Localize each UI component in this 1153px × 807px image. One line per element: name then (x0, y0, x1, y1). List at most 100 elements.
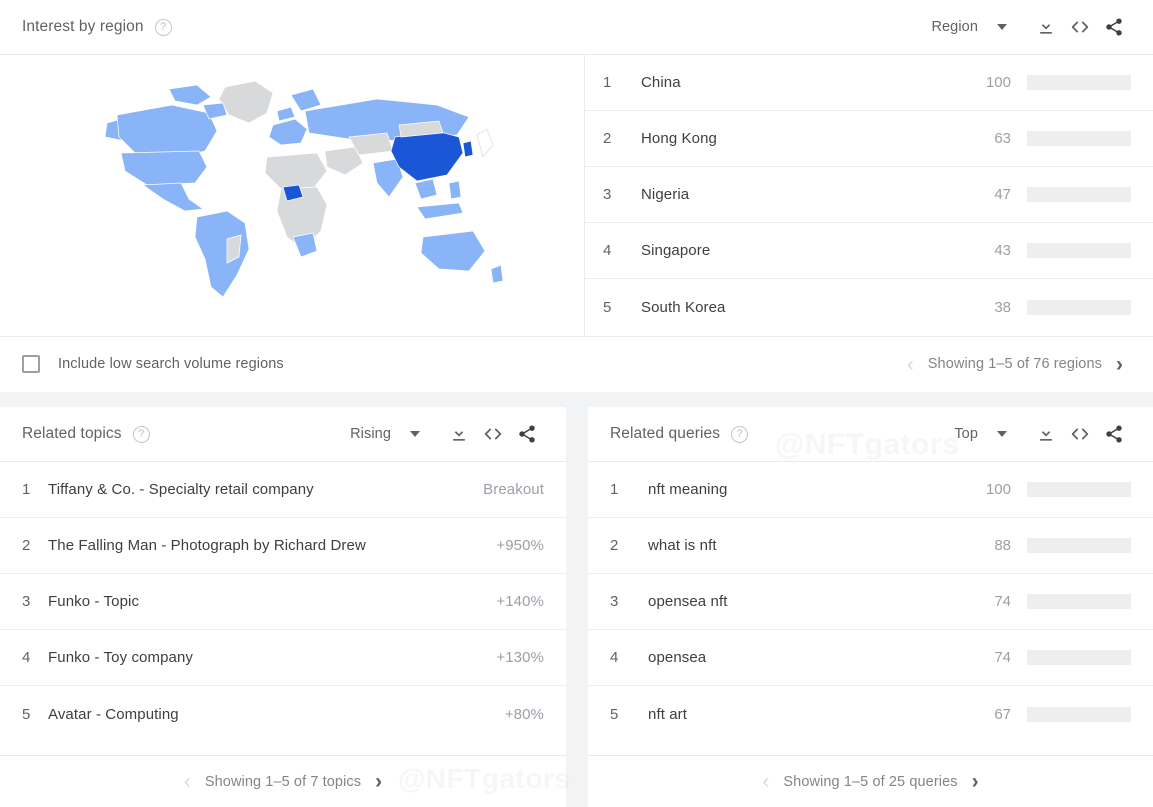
share-icon[interactable] (1097, 417, 1131, 451)
row-label: The Falling Man - Photograph by Richard … (48, 537, 366, 554)
share-icon[interactable] (1097, 10, 1131, 44)
table-row[interactable]: 3 Nigeria 47 (585, 167, 1153, 223)
checkbox-box[interactable] (22, 355, 40, 373)
chevron-right-icon[interactable]: › (367, 771, 390, 792)
row-rank: 1 (610, 481, 619, 498)
queries-list: 1 nft meaning 100 2 what is nft 88 3 ope… (588, 462, 1153, 742)
row-growth: +80% (504, 705, 544, 723)
list-item[interactable]: 3 opensea nft 74 (588, 574, 1153, 630)
table-row[interactable]: 1 China 100 (585, 55, 1153, 111)
region-scope-select[interactable]: Region (931, 19, 978, 35)
pagination-text: Showing 1–5 of 25 queries (783, 773, 958, 790)
row-bar (1027, 650, 1131, 665)
row-value: 88 (994, 537, 1011, 554)
row-value: 43 (994, 242, 1011, 259)
row-rank: 1 (603, 74, 612, 91)
list-item[interactable]: 5 nft art 67 (588, 686, 1153, 742)
world-map-svg (104, 80, 504, 298)
list-item[interactable]: 5 Avatar - Computing +80% (0, 686, 566, 742)
queries-panel-actions: Top (954, 417, 1131, 451)
row-bar (1027, 243, 1131, 258)
topics-panel-actions: Rising (350, 417, 544, 451)
row-value: 100 (985, 74, 1011, 91)
row-label: opensea (648, 649, 707, 666)
chevron-right-icon[interactable]: › (964, 771, 987, 792)
help-circle-icon[interactable]: ? (132, 425, 150, 443)
list-item[interactable]: 1 nft meaning 100 (588, 462, 1153, 518)
row-value: 63 (994, 130, 1011, 147)
region-panel-body: 1 China 100 2 Hong Kong 63 3 Nigeria 47 (0, 55, 1153, 336)
row-bar (1027, 299, 1131, 315)
table-row[interactable]: 2 Hong Kong 63 (585, 111, 1153, 167)
row-rank: 2 (22, 537, 31, 554)
list-item[interactable]: 4 Funko - Toy company +130% (0, 630, 566, 686)
embed-code-icon[interactable] (1063, 10, 1097, 44)
row-bar (1027, 482, 1131, 497)
row-rank: 5 (610, 705, 619, 723)
row-label: Funko - Topic (48, 593, 140, 610)
chevron-down-icon[interactable] (997, 24, 1007, 30)
interest-by-region-panel: Interest by region ? Region 1 China 100 … (0, 0, 1153, 392)
queries-pagination: ‹ Showing 1–5 of 25 queries › (588, 755, 1153, 807)
download-icon[interactable] (1029, 10, 1063, 44)
table-row[interactable]: 5 South Korea 38 (585, 279, 1153, 335)
queries-sort-select[interactable]: Top (954, 426, 978, 442)
table-row[interactable]: 4 Singapore 43 (585, 223, 1153, 279)
row-label: Singapore (641, 242, 711, 259)
queries-title: Related queries (610, 425, 721, 442)
row-value: 67 (994, 705, 1011, 723)
embed-code-icon[interactable] (476, 417, 510, 451)
share-icon[interactable] (510, 417, 544, 451)
download-icon[interactable] (1029, 417, 1063, 451)
row-rank: 3 (610, 593, 619, 610)
list-item[interactable]: 3 Funko - Topic +140% (0, 574, 566, 630)
row-rank: 3 (22, 593, 31, 610)
embed-code-icon[interactable] (1063, 417, 1097, 451)
chevron-left-icon[interactable]: ‹ (176, 771, 199, 792)
topics-pagination: ‹ Showing 1–5 of 7 topics › (0, 755, 566, 807)
chevron-right-icon[interactable]: › (1108, 354, 1131, 375)
row-rank: 5 (603, 298, 612, 316)
chevron-down-icon[interactable] (410, 431, 420, 437)
list-item[interactable]: 1 Tiffany & Co. - Specialty retail compa… (0, 462, 566, 518)
region-panel-footer: Include low search volume regions ‹ Show… (0, 336, 1153, 391)
row-bar (1027, 187, 1131, 202)
row-value: 38 (994, 298, 1011, 316)
row-label: what is nft (648, 537, 717, 554)
download-icon[interactable] (442, 417, 476, 451)
row-label: Hong Kong (641, 130, 717, 147)
world-map[interactable] (0, 55, 585, 336)
row-rank: 4 (603, 242, 612, 259)
row-rank: 2 (610, 537, 619, 554)
queries-panel-header: Related queries ? Top (588, 407, 1153, 462)
checkbox-label: Include low search volume regions (58, 356, 284, 372)
pagination-text: Showing 1–5 of 7 topics (204, 773, 362, 790)
chevron-down-icon[interactable] (997, 431, 1007, 437)
row-growth: +130% (496, 649, 544, 666)
row-bar (1027, 131, 1131, 146)
row-rank: 5 (22, 705, 31, 723)
row-label: South Korea (641, 298, 726, 316)
row-growth: +140% (496, 593, 544, 610)
row-rank: 4 (610, 649, 619, 666)
row-rank: 2 (603, 130, 612, 147)
topics-list: 1 Tiffany & Co. - Specialty retail compa… (0, 462, 566, 742)
page-title: Interest by region (22, 18, 144, 35)
include-low-volume-checkbox[interactable]: Include low search volume regions (22, 355, 284, 373)
topics-sort-select[interactable]: Rising (350, 426, 391, 442)
row-growth: +950% (496, 537, 544, 554)
chevron-left-icon[interactable]: ‹ (899, 354, 922, 375)
help-circle-icon[interactable]: ? (154, 18, 172, 36)
help-circle-icon[interactable]: ? (731, 425, 749, 443)
row-bar (1027, 594, 1131, 609)
row-label: nft art (648, 705, 688, 723)
row-label: opensea nft (648, 593, 728, 610)
chevron-left-icon[interactable]: ‹ (754, 771, 777, 792)
row-value: 47 (994, 186, 1011, 203)
row-value: 74 (994, 593, 1011, 610)
list-item[interactable]: 2 The Falling Man - Photograph by Richar… (0, 518, 566, 574)
list-item[interactable]: 2 what is nft 88 (588, 518, 1153, 574)
row-label: Funko - Toy company (48, 649, 194, 666)
row-label: Tiffany & Co. - Specialty retail company (48, 481, 314, 498)
list-item[interactable]: 4 opensea 74 (588, 630, 1153, 686)
